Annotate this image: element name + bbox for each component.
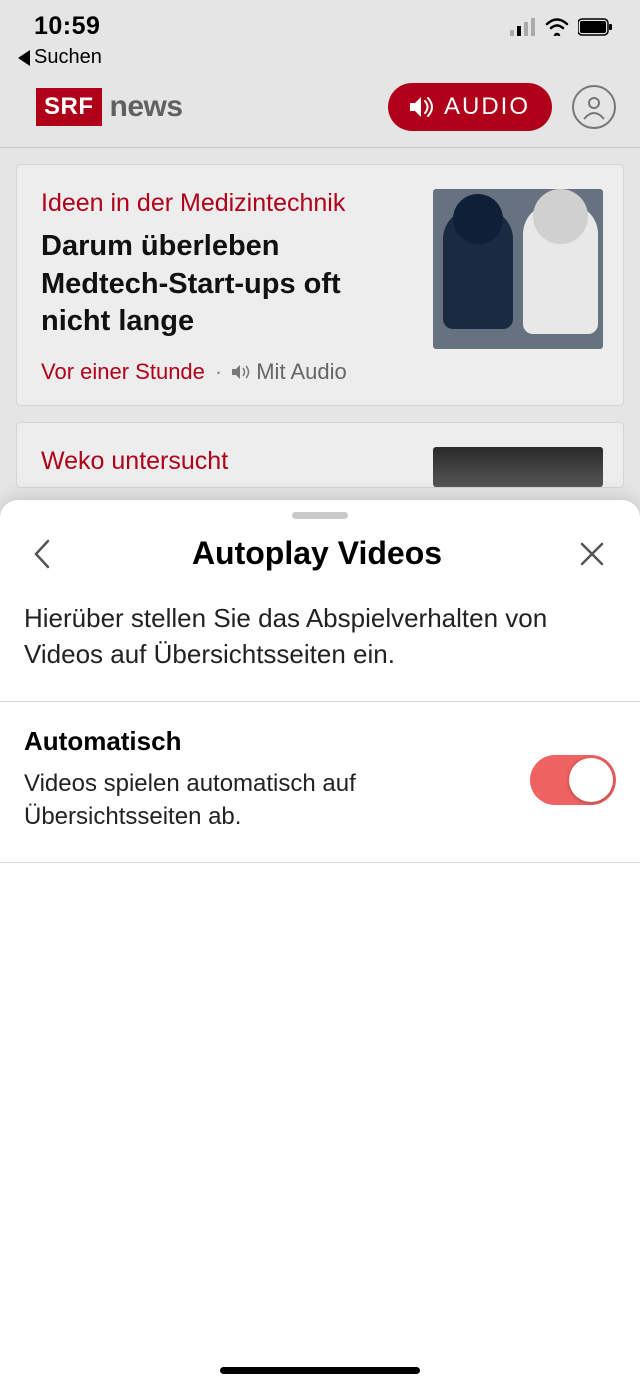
status-time: 10:59 [34, 12, 100, 41]
close-icon [579, 541, 605, 567]
autoplay-setting-row: Automatisch Videos spielen automatisch a… [0, 701, 640, 863]
back-triangle-icon [18, 50, 32, 66]
user-icon [580, 93, 608, 121]
audio-button[interactable]: AUDIO [388, 83, 552, 131]
brand[interactable]: SRF news [36, 88, 183, 126]
article-audio-label: Mit Audio [256, 359, 347, 385]
article-title: Darum überleben Medtech-Start-ups oft ni… [41, 228, 413, 341]
wifi-icon [544, 18, 570, 36]
article-time: Vor einer Stunde [41, 359, 205, 385]
article-body: Ideen in der Medizintechnik Darum überle… [41, 189, 413, 385]
sheet-handle[interactable] [292, 512, 348, 519]
sheet-back-button[interactable] [24, 536, 60, 572]
brand-logo: SRF [36, 88, 102, 126]
toggle-knob [569, 758, 613, 802]
speaker-small-icon [232, 364, 250, 380]
cellular-icon [510, 18, 536, 36]
setting-text: Automatisch Videos spielen automatisch a… [24, 726, 530, 834]
article-body: Weko untersucht [41, 447, 413, 487]
sheet-header: Autoplay Videos [0, 519, 640, 600]
home-indicator[interactable] [220, 1367, 420, 1374]
article-meta: Vor einer Stunde · Mit Audio [41, 359, 413, 385]
article-image [433, 189, 603, 349]
audio-button-label: AUDIO [444, 93, 530, 121]
article-kicker: Ideen in der Medizintechnik [41, 189, 413, 218]
profile-button[interactable] [572, 85, 616, 129]
setting-sub: Videos spielen automatisch auf Übersicht… [24, 767, 510, 834]
article-list: Ideen in der Medizintechnik Darum überle… [0, 148, 640, 504]
autoplay-sheet: Autoplay Videos Hierüber stellen Sie das… [0, 500, 640, 1386]
autoplay-toggle[interactable] [530, 755, 616, 805]
setting-label: Automatisch [24, 726, 510, 757]
sheet-description: Hierüber stellen Sie das Abspielverhalte… [0, 600, 640, 701]
battery-icon [578, 18, 614, 36]
brand-sub: news [110, 90, 183, 124]
article-card[interactable]: Ideen in der Medizintechnik Darum überle… [16, 164, 624, 406]
sheet-title: Autoplay Videos [60, 535, 574, 572]
back-label: Suchen [34, 46, 102, 69]
back-to-search[interactable]: Suchen [0, 46, 640, 69]
status-bar: 10:59 [0, 0, 640, 48]
article-image [433, 447, 603, 487]
article-audio-tag: Mit Audio [232, 359, 347, 385]
article-kicker: Weko untersucht [41, 447, 413, 476]
meta-separator: · [215, 359, 222, 385]
chevron-left-icon [33, 539, 51, 569]
speaker-icon [410, 96, 434, 118]
article-card[interactable]: Weko untersucht [16, 422, 624, 488]
status-icons [510, 12, 614, 36]
header-right: AUDIO [388, 83, 616, 131]
app-header: SRF news AUDIO [0, 69, 640, 148]
sheet-close-button[interactable] [574, 536, 610, 572]
